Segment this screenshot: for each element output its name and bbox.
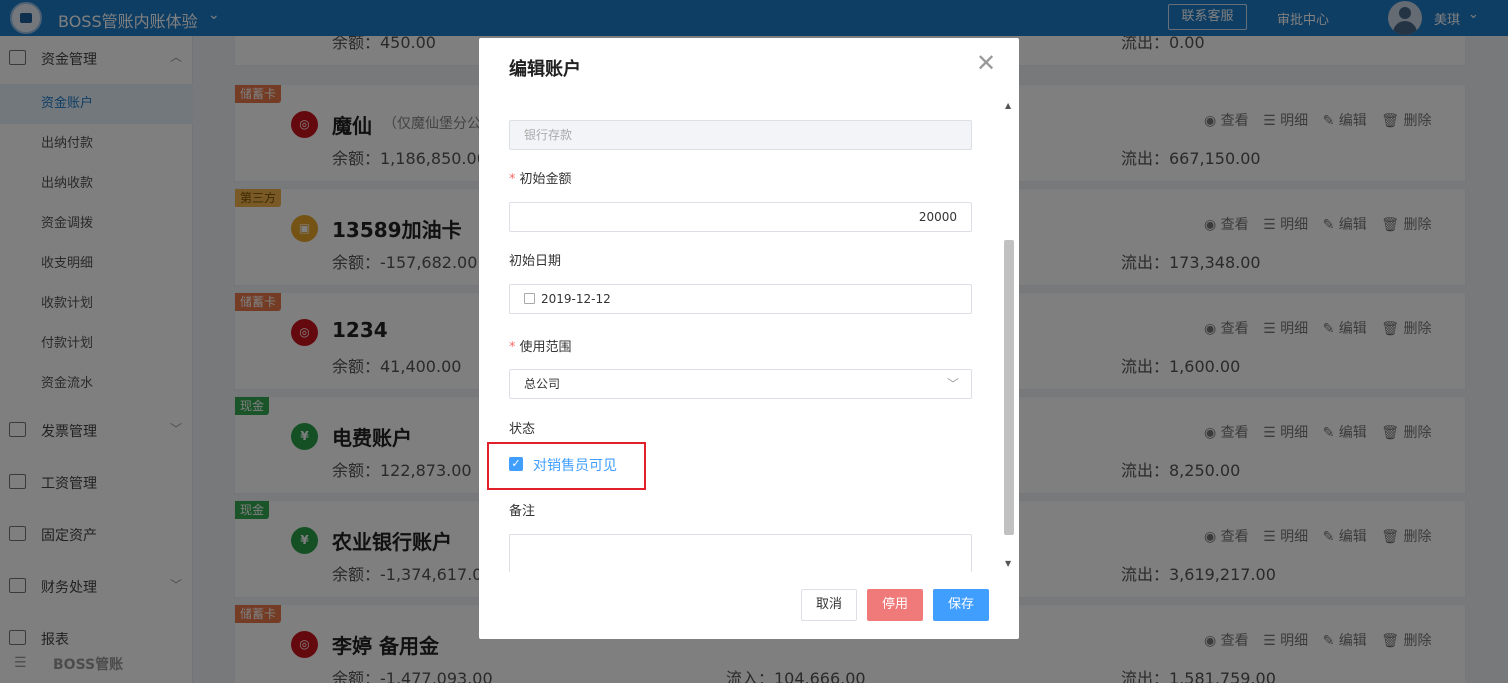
initial-date-value: 2019-12-12 xyxy=(541,292,611,306)
close-icon[interactable]: ✕ xyxy=(976,51,996,75)
initial-amount-label: * 初始金额 xyxy=(509,172,572,187)
scope-value: 总公司 xyxy=(524,377,561,391)
initial-date-label: 初始日期 xyxy=(509,254,562,269)
calendar-icon xyxy=(524,293,535,304)
scroll-up-icon[interactable]: ▲ xyxy=(1005,101,1011,110)
scope-label-text: 使用范围 xyxy=(519,340,572,355)
initial-amount-label-text: 初始金额 xyxy=(519,172,572,187)
chevron-down-icon: ﹀ xyxy=(946,377,959,391)
scroll-down-icon[interactable]: ▼ xyxy=(1005,559,1011,568)
dialog-body: 银行存款 * 初始金额 20000 初始日期 2019-12-12 * 使用范围 总… xyxy=(479,94,1019,572)
dialog-title: 编辑账户 xyxy=(509,59,581,80)
highlight-box xyxy=(487,442,646,490)
save-button[interactable]: 保存 xyxy=(933,589,989,621)
initial-amount-input[interactable]: 20000 xyxy=(509,202,972,232)
status-label: 状态 xyxy=(509,422,536,437)
remark-label: 备注 xyxy=(509,504,536,519)
initial-date-picker[interactable]: 2019-12-12 xyxy=(509,284,972,314)
dialog-scrollbar[interactable]: ▲ ▼ xyxy=(1002,95,1016,571)
remark-textarea[interactable] xyxy=(509,534,972,572)
subject-field: 银行存款 xyxy=(509,120,972,150)
scope-label: * 使用范围 xyxy=(509,340,572,355)
scope-select[interactable]: 总公司 ﹀ xyxy=(509,369,972,399)
cancel-button[interactable]: 取消 xyxy=(801,589,857,621)
disable-button[interactable]: 停用 xyxy=(867,589,923,621)
edit-account-dialog: 编辑账户 ✕ 银行存款 * 初始金额 20000 初始日期 2019-12-12 … xyxy=(479,38,1019,639)
scrollbar-thumb[interactable] xyxy=(1004,240,1014,535)
